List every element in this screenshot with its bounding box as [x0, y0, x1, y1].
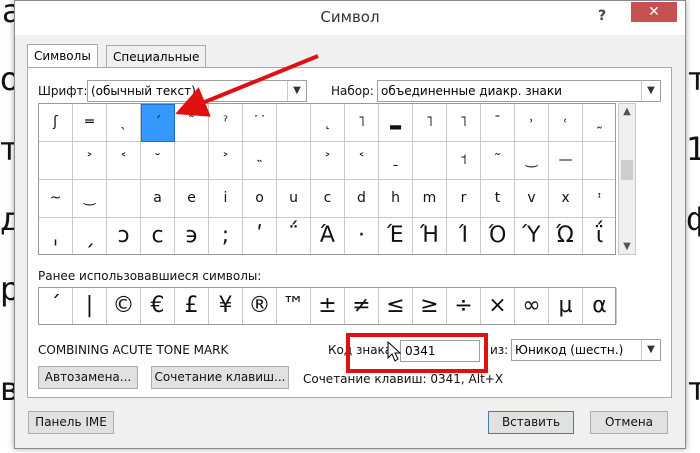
- annotation-overlay: [175, 54, 402, 362]
- cursor-icon: [387, 340, 402, 362]
- annotation-arrow: [175, 54, 319, 117]
